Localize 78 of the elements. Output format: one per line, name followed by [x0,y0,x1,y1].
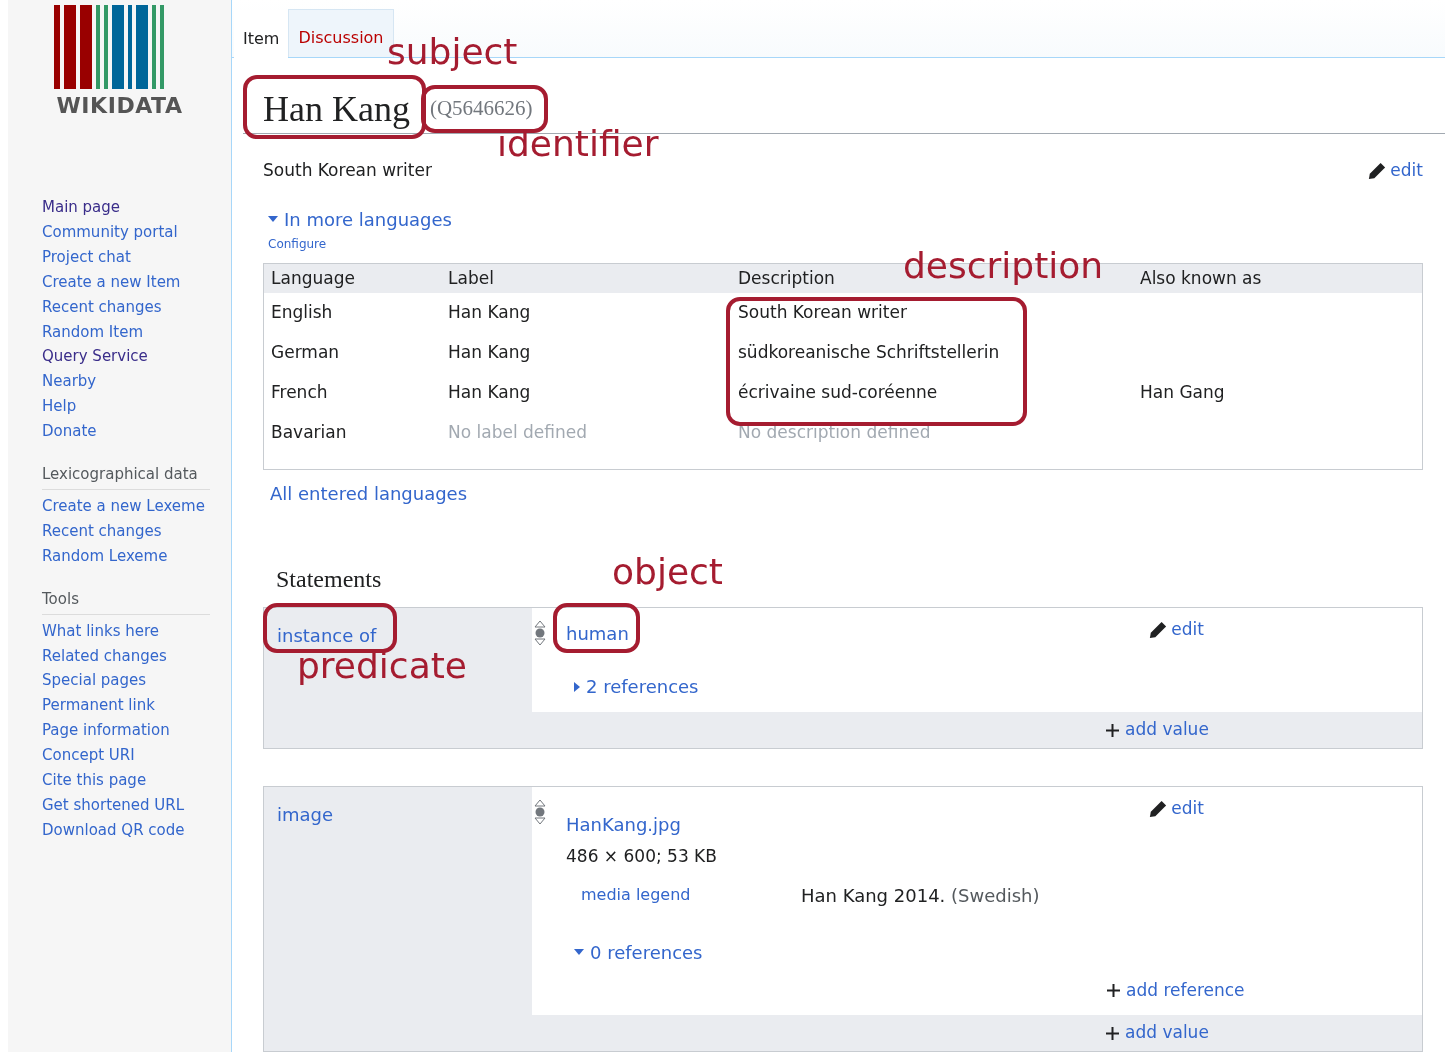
sidebar-link[interactable]: Random Item [42,319,143,345]
sidebar-link[interactable]: Permanent link [42,693,155,719]
label-cell-text: Han Kang [447,381,531,405]
pencil-icon [1149,621,1168,639]
alias-cell-text: Han Gang [1139,381,1225,405]
sidebar-heading: Tools [42,586,210,615]
description-cell-text: South Korean writer [737,301,907,325]
sidebar-heading: Lexicographical data [42,462,210,490]
plus-icon [1106,1026,1119,1040]
sidebar-link[interactable]: Create a new Lexeme [42,493,205,519]
annotation-label: description [903,248,1104,284]
sidebar-link[interactable]: Query Service [42,344,148,370]
sidebar-link[interactable]: Page information [42,718,170,744]
language-cell-text: English [270,301,333,325]
qualifier-value: Han Kang 2014. (Swedish) [801,883,1040,908]
sidebar-link[interactable]: Community portal [42,219,178,245]
column-header: Description [737,266,835,290]
caret-right-icon [574,681,580,692]
rank-icon [534,799,546,825]
language-cell-text: French [270,381,328,405]
item-description: South Korean writer [263,159,432,183]
sidebar-link[interactable]: Special pages [42,668,147,694]
property-link[interactable]: image [277,804,334,825]
add-reference-link[interactable]: add reference [1107,977,1245,1003]
sidebar-link[interactable]: Concept URI [42,743,135,769]
sidebar-link[interactable]: Cite this page [42,768,147,793]
value-link[interactable]: human [566,620,629,647]
value-link[interactable]: HanKang.jpg [566,811,681,838]
edit-link[interactable]: edit [1149,799,1204,819]
label-cell-text: No label defined [447,421,588,445]
column-header: Label [447,266,494,290]
configure-link[interactable]: Configure [268,234,327,253]
property-link[interactable]: instance of [277,625,377,646]
sidebar-link[interactable]: Donate [42,419,97,445]
references-toggle[interactable]: 2 references [574,673,699,700]
sidebar-link[interactable]: Recent changes [42,294,162,320]
edit-link[interactable]: edit [1149,620,1204,640]
languages-toggle[interactable]: In more languages [268,205,452,233]
all-languages-link[interactable]: All entered languages [270,480,468,507]
plus-icon [1106,723,1119,737]
annotation-label: predicate [297,648,467,684]
annotation-label: identifier [497,126,659,162]
pencil-icon [1149,800,1168,818]
description-cell-text: südkoreanische Schriftstellerin [737,341,1000,365]
qualifier-property-link[interactable]: media legend [566,883,801,907]
column-header: Language [270,266,355,290]
statements-heading: Statements [276,565,382,594]
add-value-link[interactable]: add value [1106,717,1209,743]
language-cell-text: Bavarian [270,421,347,445]
rank-icon [534,620,546,646]
page-title: Han Kang [263,91,410,128]
sidebar-link[interactable]: Get shortened URL [42,792,185,818]
item-identifier: (Q5646626) [429,98,533,120]
sidebar-link[interactable]: Create a new Item [42,269,181,295]
file-info: 486 × 600; 53 KB [566,845,717,868]
caret-down-icon [574,949,584,955]
description-cell-text: écrivaine sud-coréenne [737,381,938,405]
label-cell-text: Han Kang [447,341,531,365]
label-cell-text: Han Kang [447,301,531,325]
sidebar-link[interactable]: Project chat [42,244,131,270]
column-header: Also known as [1139,266,1262,290]
annotation-label: object [612,554,723,590]
caret-down-icon [268,216,278,223]
sidebar-link[interactable]: Related changes [42,643,167,669]
logo-wordmark: WIKIDATA [56,95,183,117]
references-toggle[interactable]: 0 references [574,938,703,966]
sidebar-link[interactable]: Random Lexeme [42,543,168,569]
language-cell-text: German [270,341,340,365]
plus-icon [1107,983,1120,997]
sidebar-link[interactable]: Recent changes [42,518,162,544]
sidebar-link[interactable]: Nearby [42,369,97,395]
add-value-link[interactable]: add value [1106,1020,1209,1046]
sidebar-link[interactable]: What links here [42,618,160,644]
sidebar-link[interactable]: Help [42,394,77,420]
sidebar-link[interactable]: Main page [42,195,121,220]
sidebar-link[interactable]: Download QR code [42,817,185,843]
pencil-icon [1368,162,1387,181]
edit-link[interactable]: edit [1368,158,1423,184]
